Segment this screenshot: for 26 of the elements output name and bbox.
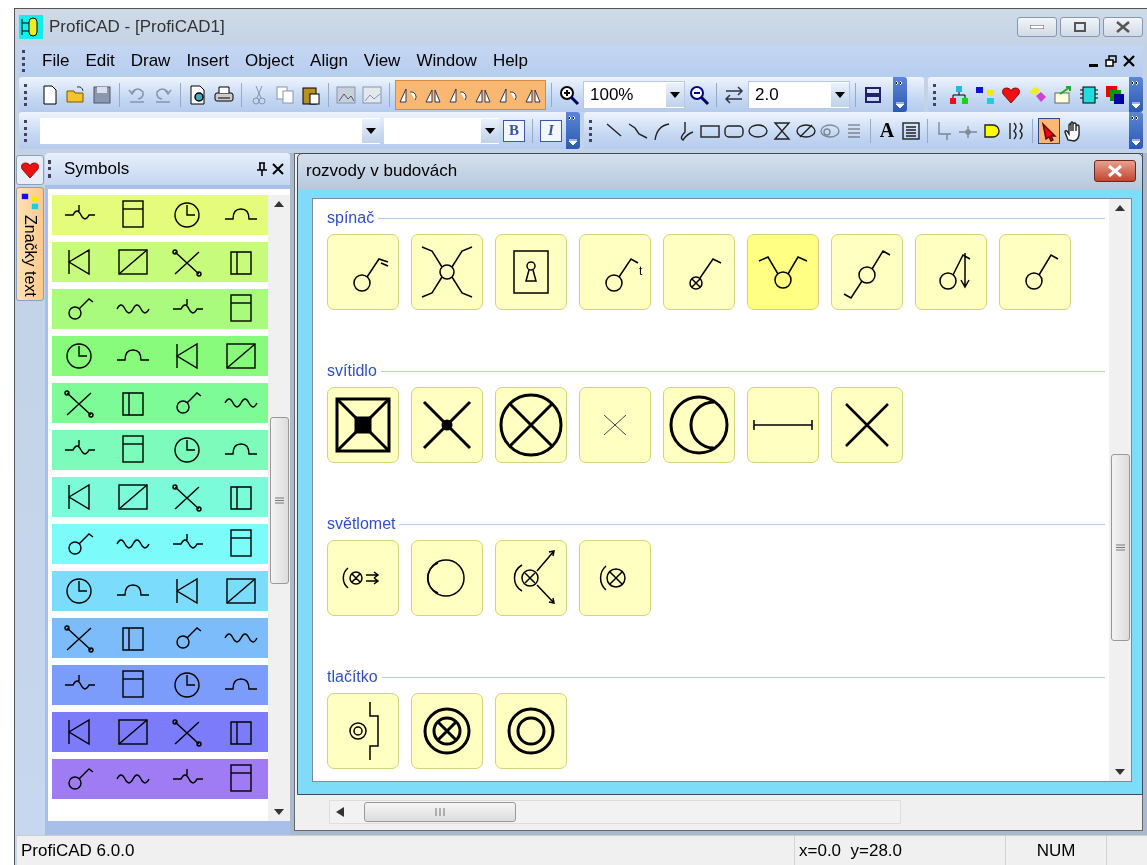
menu-item[interactable]: Edit [77,48,123,74]
section-heading: spínač [327,209,375,227]
section-heading: světlomet [327,515,396,533]
section-heading: svítidlo [327,362,377,380]
menu-item[interactable]: Draw [122,48,179,74]
symbols-tab[interactable]: Značky text [16,187,44,301]
menu-item[interactable]: View [355,48,409,74]
menu-item[interactable]: File [34,48,78,74]
menu-item[interactable]: Insert [178,48,237,74]
section-heading: tlačítko [327,668,378,686]
menu-item[interactable]: Window [408,48,485,74]
menu-item[interactable]: Help [484,48,536,74]
num-lock-indicator: NUM [1035,841,1077,861]
panel-title: Symbols [64,159,131,179]
dialog-title: rozvody v budovách [306,161,459,181]
window-title: ProfiCAD - [ProfiCAD1] [49,17,226,37]
symbol-tile[interactable]: t [579,234,651,310]
menu-item[interactable]: Object [236,48,303,74]
zoom-dropdown[interactable]: 100% [583,80,685,109]
menu-item[interactable]: Align [302,48,356,74]
coordinates-text: x=0.0 y=28.0 [798,841,904,861]
line-width-dropdown[interactable]: 2.0 [748,80,850,109]
status-text: ProfiCAD 6.0.0 [20,841,136,861]
text-tool-button[interactable]: A [876,117,898,144]
bold-button[interactable]: B [503,119,525,142]
italic-button[interactable]: I [540,119,562,142]
